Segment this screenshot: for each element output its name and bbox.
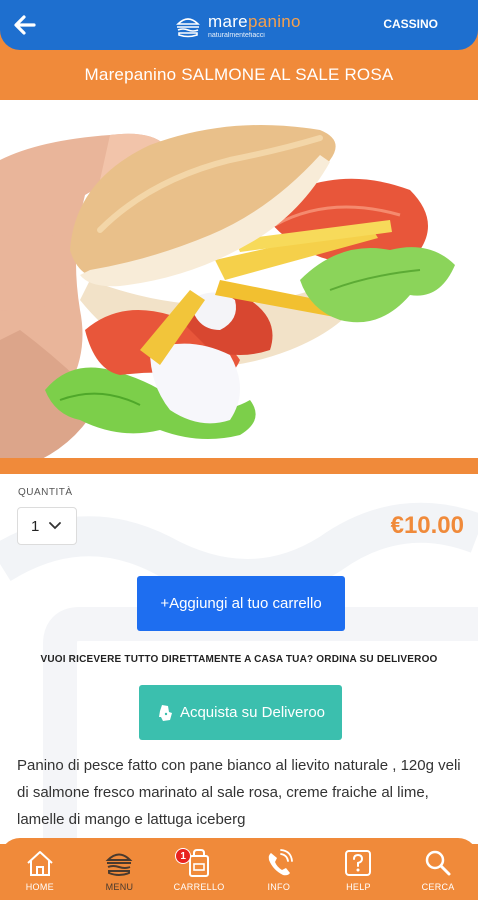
product-details: QUANTITÀ 1 €10.00 +Aggiungi al tuo carre… bbox=[0, 474, 478, 844]
quantity-label: QUANTITÀ bbox=[18, 487, 73, 498]
brand-tagline: naturalmentefiacci bbox=[208, 32, 265, 39]
deliveroo-prompt: VUOI RICEVERE TUTTO DIRETTAMENTE A CASA … bbox=[40, 654, 438, 665]
nav-cart-label: CARRELLO bbox=[173, 882, 225, 892]
burger-icon bbox=[106, 853, 133, 876]
search-icon bbox=[425, 850, 451, 876]
brand-name: marepanino bbox=[208, 12, 301, 31]
app-header: marepanino naturalmentefiacci CASSINO bbox=[0, 0, 478, 50]
burger-logo-icon bbox=[176, 18, 200, 38]
product-price: €10.00 bbox=[390, 512, 464, 539]
bottom-navigation: HOME MENU 1 CARRELLO INFO HELP CERCA bbox=[0, 838, 478, 900]
quantity-select[interactable]: 1 bbox=[17, 507, 77, 545]
nav-menu-label: MENU bbox=[105, 882, 134, 892]
add-to-cart-button[interactable]: +Aggiungi al tuo carrello bbox=[137, 576, 345, 631]
deliveroo-button[interactable]: Acquista su Deliveroo bbox=[139, 685, 342, 740]
nav-home-label: HOME bbox=[25, 882, 54, 892]
quantity-value: 1 bbox=[31, 517, 40, 535]
brand-logo[interactable]: marepanino naturalmentefiacci bbox=[174, 12, 301, 40]
nav-home[interactable]: HOME bbox=[5, 838, 75, 900]
orange-divider bbox=[0, 458, 478, 474]
deliveroo-button-label: Acquista su Deliveroo bbox=[179, 704, 326, 721]
nav-info[interactable]: INFO bbox=[244, 838, 314, 900]
nav-help[interactable]: HELP bbox=[323, 838, 393, 900]
nav-menu[interactable]: MENU bbox=[84, 838, 154, 900]
product-description: Panino di pesce fatto con pane bianco al… bbox=[17, 757, 461, 828]
home-icon bbox=[27, 851, 53, 876]
phone-icon bbox=[268, 849, 293, 876]
nav-search-label: CERCA bbox=[421, 882, 455, 892]
product-title: Marepanino SALMONE AL SALE ROSA bbox=[84, 65, 394, 84]
chevron-down-icon bbox=[49, 522, 62, 530]
help-icon bbox=[345, 850, 372, 876]
nav-search[interactable]: CERCA bbox=[403, 838, 473, 900]
sandwich-illustration bbox=[0, 100, 478, 460]
location-selector[interactable]: CASSINO bbox=[383, 17, 438, 31]
nav-help-label: HELP bbox=[346, 882, 371, 892]
back-arrow-icon[interactable] bbox=[10, 10, 40, 40]
nav-info-label: INFO bbox=[267, 882, 291, 892]
nav-cart[interactable]: 1 CARRELLO bbox=[164, 838, 234, 900]
deliveroo-kangaroo-icon bbox=[158, 704, 172, 721]
product-title-bar: Marepanino SALMONE AL SALE ROSA bbox=[0, 50, 478, 100]
product-image bbox=[0, 100, 478, 460]
